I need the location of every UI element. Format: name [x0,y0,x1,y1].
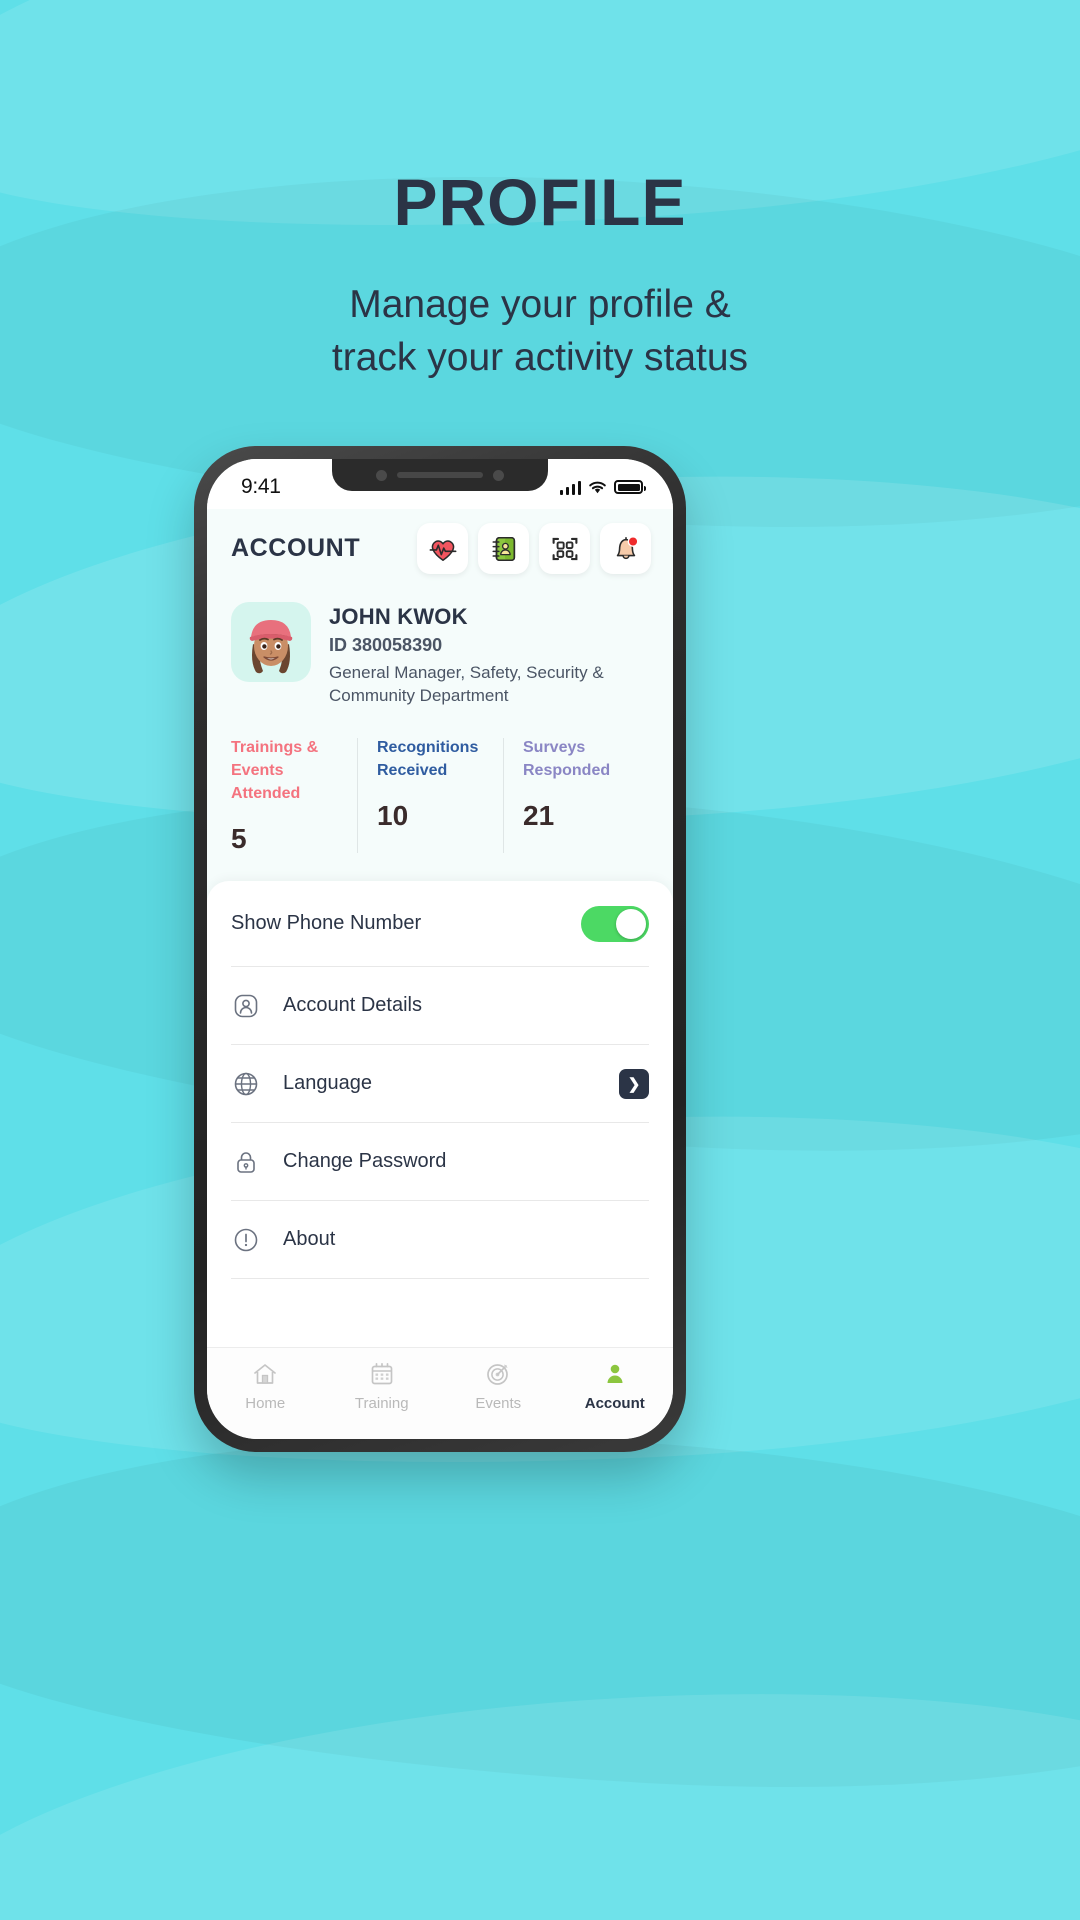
globe-icon [231,1070,261,1098]
notification-bell-icon-button[interactable] [600,523,651,574]
nav-label: Training [354,1395,409,1412]
heartbeat-icon [429,539,456,561]
phone-notch [332,459,548,491]
notification-bell-icon [616,535,638,559]
promo-subhead-line2: track your activity status [331,335,749,379]
front-camera-icon [376,469,387,481]
contact-book-icon [491,536,515,561]
calendar-icon [371,1362,393,1385]
qr-code-icon [552,537,577,560]
status-indicators [559,480,646,495]
nav-item-training[interactable]: Training [324,1360,441,1412]
account-details-icon [231,992,261,1020]
settings-list: Show Phone Number Account Details Langua… [207,881,673,1347]
stat-label: Trainings & Events Attended [231,738,319,803]
page-title: PROFILE [393,165,687,239]
avatar[interactable] [231,602,311,682]
stat-trainings: Trainings & Events Attended 5 [231,736,357,856]
profile-role: General Manager, Safety, Security & Comm… [329,663,604,705]
phone-screen: 9:41 ACCOUNT JOHN KWOK ID 380058390 Gene… [207,459,673,1439]
setting-label: Language [283,1072,372,1095]
show-phone-number-toggle[interactable] [581,905,649,942]
header-action-icons [417,523,651,574]
profile-summary: JOHN KWOK ID 380058390 General Manager, … [207,586,673,714]
promo-subhead: Manage your profile & track your activit… [0,279,1080,384]
nav-label: Home [245,1395,286,1412]
nav-item-home[interactable]: Home [207,1360,324,1412]
earpiece-speaker [397,472,483,478]
profile-text: JOHN KWOK ID 380058390 General Manager, … [329,602,629,708]
setting-row-about[interactable]: About [231,1201,649,1280]
app-title: ACCOUNT [231,534,361,562]
nav-item-account[interactable]: Account [557,1360,674,1412]
stat-surveys: Surveys Responded 21 [503,736,649,856]
phone-mockup: 9:41 ACCOUNT JOHN KWOK ID 380058390 Gene… [194,446,686,1452]
stats-row: Trainings & Events Attended 5 Recognitio… [207,713,673,882]
setting-label: Account Details [283,994,422,1017]
target-icon [487,1364,509,1385]
sensor-icon [493,469,504,481]
nav-label: Events [475,1395,522,1412]
lock-icon [231,1148,261,1176]
setting-label: Show Phone Number [231,912,422,935]
stat-recognitions: Recognitions Received 10 [357,736,503,856]
app-header: ACCOUNT [207,509,673,586]
person-icon [607,1364,623,1383]
wifi-icon [589,481,606,493]
stat-label: Surveys Responded [523,738,611,780]
user-avatar-memoji [249,620,293,674]
stat-label: Recognitions Received [377,738,479,780]
nav-item-events[interactable]: Events [440,1360,557,1412]
setting-label: About [283,1228,336,1251]
badge-dot [627,535,638,547]
promo-subhead-line1: Manage your profile & [349,283,731,327]
setting-row-change-password[interactable]: Change Password [231,1123,649,1202]
stat-value: 21 [523,800,555,832]
bottom-navigation: Home Training Events Account [207,1347,673,1439]
toggle-knob [616,908,646,939]
promo-text-block: PROFILE Manage your profile & track your… [0,165,1080,385]
profile-id: ID 380058390 [329,635,443,655]
setting-label: Change Password [283,1150,447,1173]
setting-row-language[interactable]: Language ❯ [231,1045,649,1124]
info-circle-icon [231,1226,261,1254]
battery-full-icon [614,480,646,494]
status-time: 9:41 [241,475,281,498]
stat-value: 10 [377,800,409,832]
cellular-bars-icon [559,480,581,495]
stat-value: 5 [231,823,247,855]
qr-code-icon-button[interactable] [539,523,590,574]
setting-row-show-phone-number[interactable]: Show Phone Number [231,881,649,968]
nav-label: Account [584,1395,645,1412]
chevron-right-icon[interactable]: ❯ [619,1068,649,1099]
heartbeat-icon-button[interactable] [417,523,468,574]
home-icon [254,1364,277,1384]
profile-name: JOHN KWOK [329,604,468,629]
setting-row-account-details[interactable]: Account Details [231,967,649,1046]
contact-book-icon-button[interactable] [478,523,529,574]
